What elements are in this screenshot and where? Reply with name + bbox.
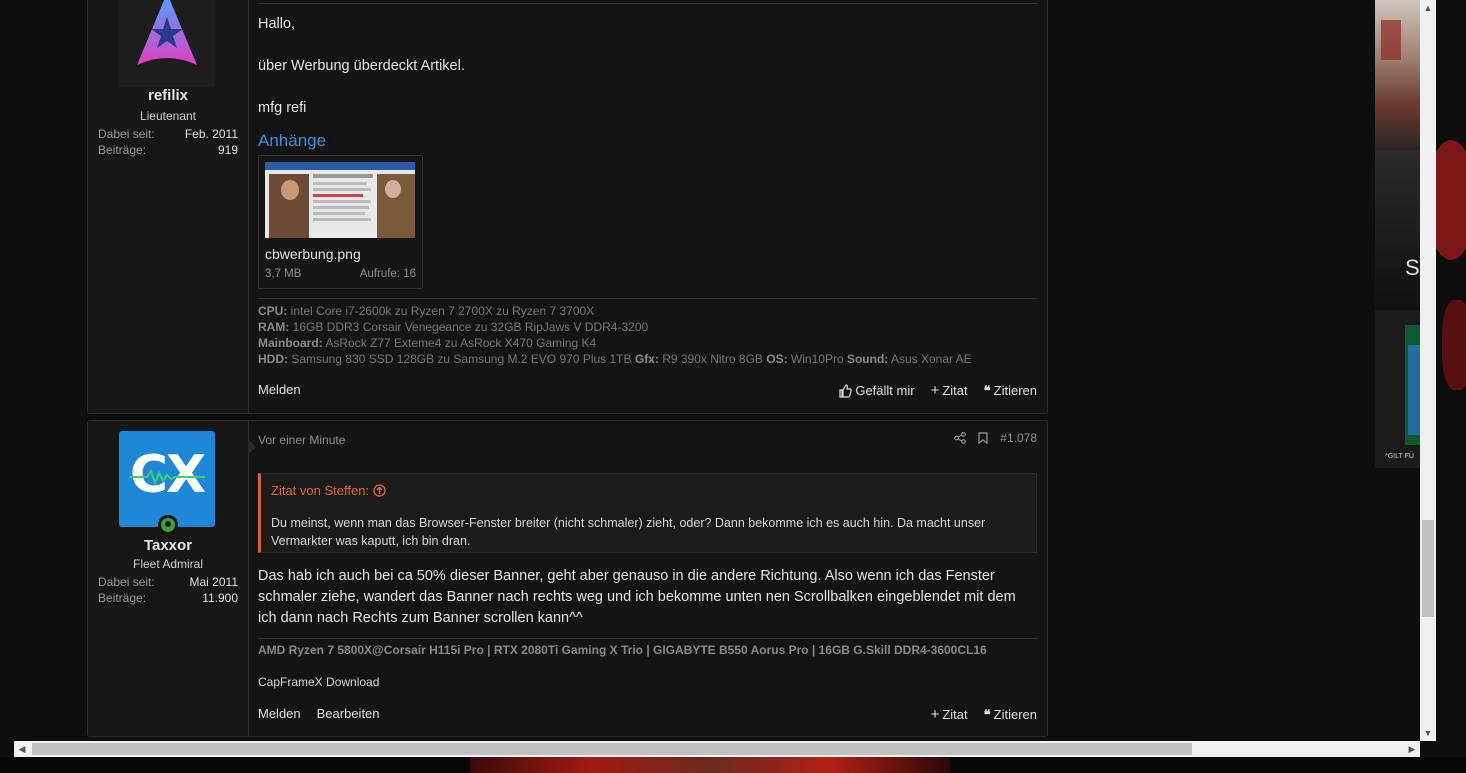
post-taxxor: CX Taxxor Fleet Admiral Dabei seit: Mai … xyxy=(87,420,1048,737)
quote-author-label: Zitat von Steffen: xyxy=(271,483,370,498)
post-actions-left: Melden xyxy=(258,382,301,397)
background-art-bottom xyxy=(0,757,1466,773)
ad-footnote: *GILT FÜ xyxy=(1385,453,1414,460)
signature: AMD Ryzen 7 5800X@Corsair H115i Pro | RT… xyxy=(258,643,987,657)
sig-line: Mainboard: AsRock Z77 Exteme4 zu AsRock … xyxy=(258,336,597,350)
signature-link[interactable]: CapFrameX Download xyxy=(258,675,379,689)
like-label: Gefällt mir xyxy=(855,383,915,398)
post-actions-left: Melden Bearbeiten xyxy=(258,706,380,721)
message-text: Das hab ich auch bei ca 50% dieser Banne… xyxy=(258,568,1016,626)
background-art xyxy=(1436,0,1466,773)
message-line: über Werbung überdeckt Artikel. xyxy=(258,58,465,74)
sig-line: CPU: intel Core i7-2600k zu Ryzen 7 2700… xyxy=(258,304,595,318)
attachment-views: Aufrufe: 16 xyxy=(359,268,416,280)
reply-button[interactable]: ❝ Zitieren xyxy=(984,707,1037,723)
horizontal-scroll-thumb[interactable] xyxy=(32,743,1192,755)
report-link[interactable]: Melden xyxy=(258,382,301,397)
attachments-heading: Anhänge xyxy=(258,131,327,150)
like-button[interactable]: Gefällt mir xyxy=(838,383,915,398)
page-viewport: refilix Lieutenant Dabei seit: Feb. 2011… xyxy=(0,0,1420,741)
vertical-scrollbar[interactable]: ▲ ▼ xyxy=(1420,0,1436,741)
post-body: Hallo, über Werbung überdeckt Artikel. m… xyxy=(258,0,1037,413)
edit-link[interactable]: Bearbeiten xyxy=(317,706,380,721)
reply-label: Zitieren xyxy=(993,707,1037,722)
posts-row: Beiträge: 919 xyxy=(98,143,238,157)
quote-marks-icon: ❝ xyxy=(983,382,991,398)
ad-banner[interactable]: S *GILT FÜ xyxy=(1375,0,1420,468)
scroll-down-arrow-icon[interactable]: ▼ xyxy=(1420,725,1436,741)
signature: CPU: intel Core i7-2600k zu Ryzen 7 2700… xyxy=(258,303,1037,367)
posts-value: 11.900 xyxy=(202,591,238,605)
report-link[interactable]: Melden xyxy=(258,706,301,721)
bookmark-icon[interactable] xyxy=(978,432,988,444)
posts-label: Beiträge: xyxy=(98,143,147,157)
avatar[interactable] xyxy=(119,0,215,87)
online-status-indicator xyxy=(158,515,178,535)
reply-button[interactable]: ❝ Zitieren xyxy=(984,383,1037,399)
post-refilix: refilix Lieutenant Dabei seit: Feb. 2011… xyxy=(87,0,1048,414)
attachment-thumbnail[interactable] xyxy=(265,162,415,238)
post-time[interactable]: Vor einer Minute xyxy=(258,433,345,447)
quote-button[interactable]: + Zitat xyxy=(931,706,968,723)
reply-label: Zitieren xyxy=(993,383,1037,398)
user-info-column: refilix Lieutenant Dabei seit: Feb. 2011… xyxy=(88,0,249,413)
divider xyxy=(258,3,1037,4)
plus-icon: + xyxy=(930,706,940,723)
post-body: Vor einer Minute #1.078 Zitat von Steffe… xyxy=(258,421,1037,736)
sig-line: RAM: 16GB DDR3 Corsair Venegeance zu 32G… xyxy=(258,320,649,334)
joined-value: Feb. 2011 xyxy=(184,127,238,141)
quote-button[interactable]: + Zitat xyxy=(931,382,968,399)
post-actions-right: Gefällt mir + Zitat ❝ Zitieren xyxy=(838,382,1037,399)
posts-row: Beiträge: 11.900 xyxy=(98,591,238,605)
thumbs-up-icon xyxy=(839,383,853,398)
post-tools: #1.078 xyxy=(954,431,1037,445)
scroll-up-arrow-icon[interactable]: ▲ xyxy=(1420,0,1436,16)
share-icon[interactable] xyxy=(954,432,967,444)
quote-text: Du meinst, wenn man das Browser-Fenster … xyxy=(271,516,986,548)
scroll-right-arrow-icon[interactable]: ▶ xyxy=(1404,741,1420,757)
user-info-column: CX Taxxor Fleet Admiral Dabei seit: Mai … xyxy=(88,421,249,736)
avatar[interactable]: CX xyxy=(119,431,215,527)
vertical-scroll-thumb[interactable] xyxy=(1422,520,1434,617)
joined-label: Dabei seit: xyxy=(98,127,155,141)
signature-divider xyxy=(258,638,1037,639)
message-line: mfg refi xyxy=(258,100,307,116)
quote-label: Zitat xyxy=(942,707,968,722)
quote-block: Zitat von Steffen: Du meinst, wenn man d… xyxy=(258,473,1037,553)
joined-row: Dabei seit: Mai 2011 xyxy=(98,575,238,589)
scroll-left-arrow-icon[interactable]: ◀ xyxy=(14,741,30,757)
attachment-filename[interactable]: cbwerbung.png xyxy=(265,246,361,262)
username[interactable]: Taxxor xyxy=(88,537,248,554)
message-line: Hallo, xyxy=(258,16,296,32)
arrow-up-circle-icon[interactable] xyxy=(373,484,386,497)
attachment-card[interactable]: cbwerbung.png 3,7 MB Aufrufe: 16 xyxy=(258,155,423,289)
posts-value: 919 xyxy=(217,143,238,157)
plus-icon: + xyxy=(930,382,940,399)
post-arrow xyxy=(248,439,256,455)
post-actions-right: + Zitat ❝ Zitieren xyxy=(931,706,1037,723)
quote-marks-icon: ❝ xyxy=(983,706,991,722)
ad-product xyxy=(1405,325,1420,445)
post-number[interactable]: #1.078 xyxy=(1000,431,1037,445)
joined-row: Dabei seit: Feb. 2011 xyxy=(98,127,238,141)
sig-line: HDD: Samsung 830 SSD 128GB zu Samsung M.… xyxy=(258,352,972,366)
horizontal-scrollbar[interactable]: ◀ ▶ xyxy=(14,741,1420,757)
quote-author[interactable]: Zitat von Steffen: xyxy=(271,483,386,498)
joined-label: Dabei seit: xyxy=(98,575,155,589)
joined-value: Mai 2011 xyxy=(189,575,238,589)
quote-label: Zitat xyxy=(942,383,968,398)
attachment-size: 3,7 MB xyxy=(265,268,302,280)
user-title: Fleet Admiral xyxy=(132,557,204,571)
signature-divider xyxy=(258,298,1037,299)
username[interactable]: refilix xyxy=(88,87,248,104)
user-title: Lieutenant xyxy=(139,109,197,123)
posts-label: Beiträge: xyxy=(98,591,147,605)
